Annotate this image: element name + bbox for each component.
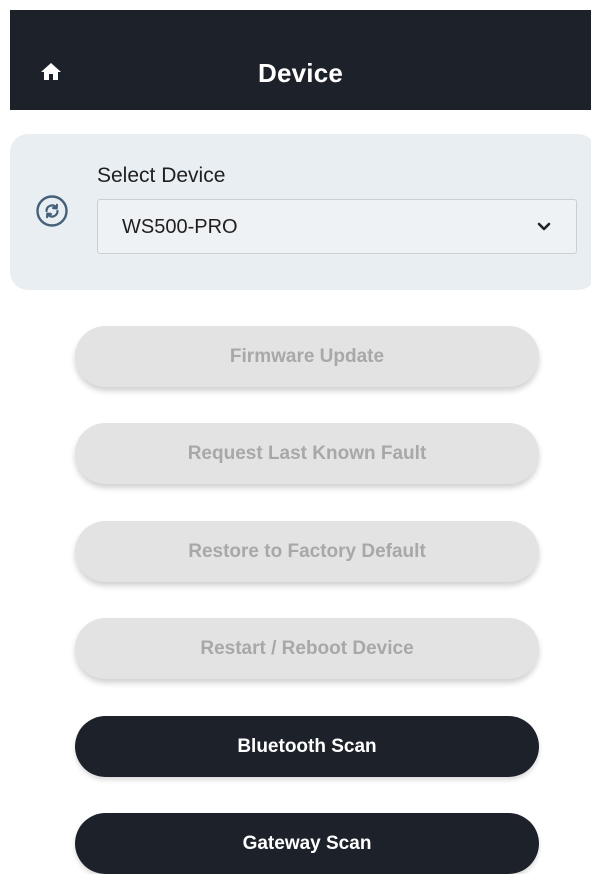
select-device-label: Select Device [97, 164, 226, 187]
sync-icon[interactable] [35, 194, 69, 228]
restore-factory-default-button[interactable]: Restore to Factory Default [75, 521, 539, 582]
restart-reboot-device-button[interactable]: Restart / Reboot Device [75, 618, 539, 679]
chevron-down-icon [537, 222, 551, 231]
request-last-known-fault-button[interactable]: Request Last Known Fault [75, 423, 539, 484]
device-select[interactable]: WS500-PRO [97, 199, 577, 254]
firmware-update-button[interactable]: Firmware Update [75, 326, 539, 387]
bluetooth-scan-button[interactable]: Bluetooth Scan [75, 716, 539, 777]
selected-device-value: WS500-PRO [122, 216, 238, 238]
device-selector-panel: Select Device WS500-PRO [10, 134, 591, 290]
page-title: Device [257, 58, 344, 88]
app-header: Device [10, 10, 591, 110]
gateway-scan-button[interactable]: Gateway Scan [75, 813, 539, 874]
